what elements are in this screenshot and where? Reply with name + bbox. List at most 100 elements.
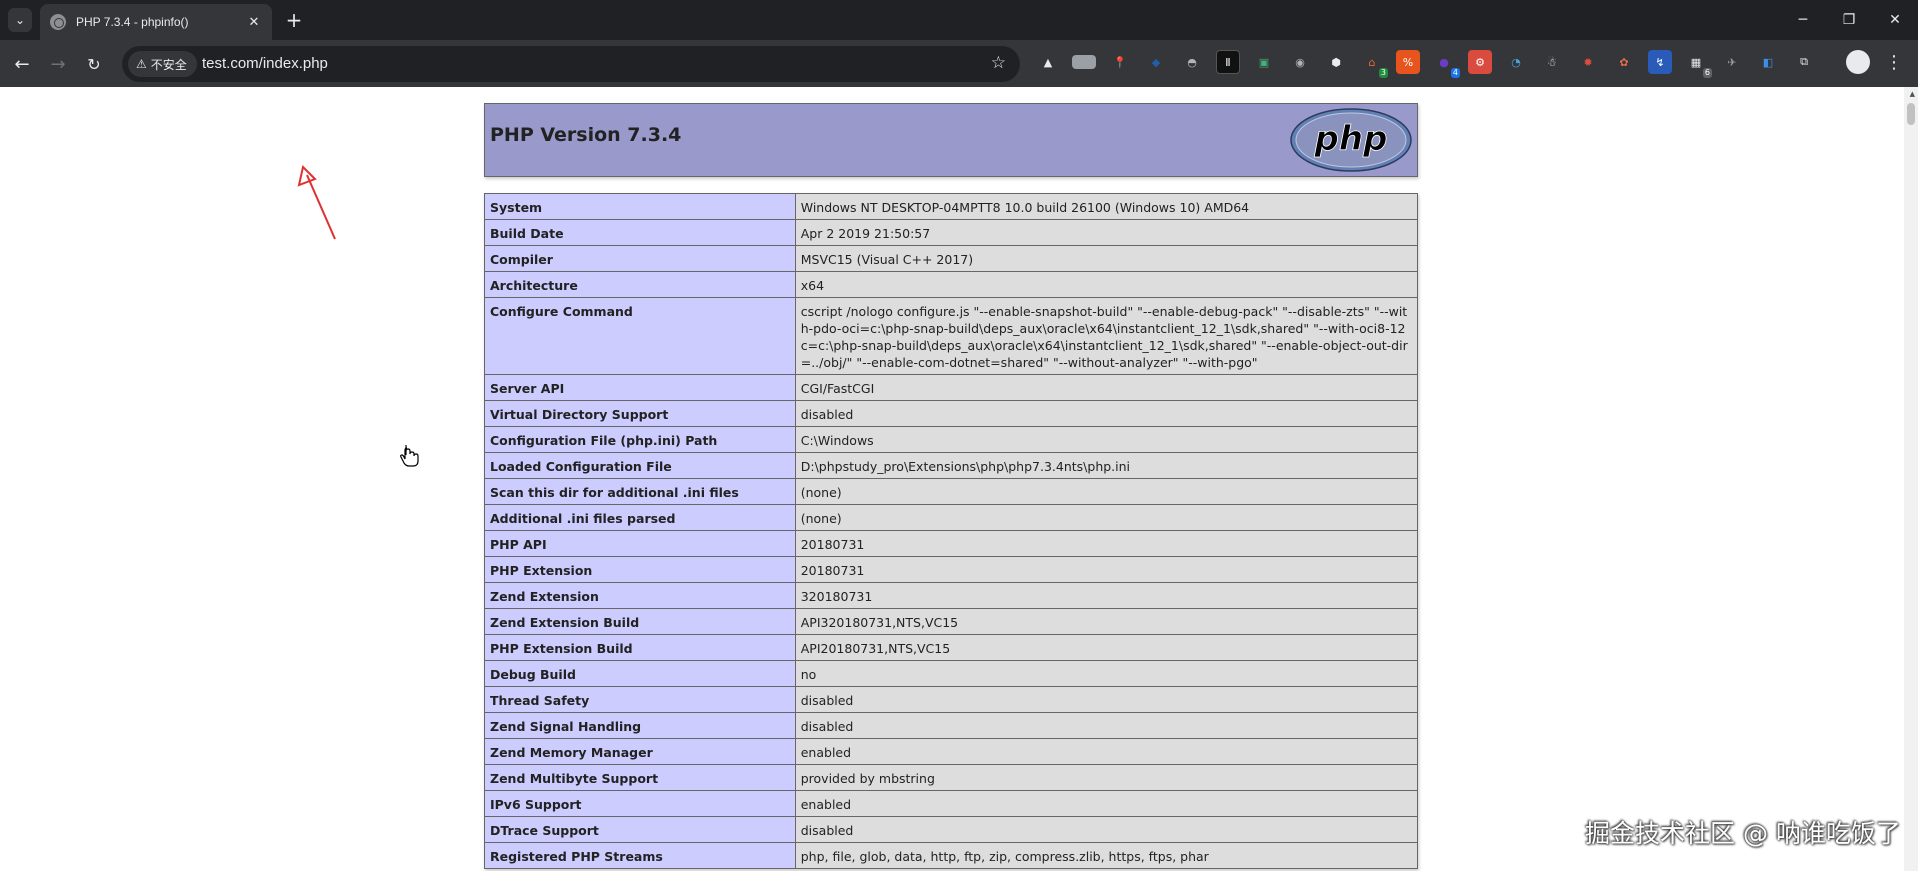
security-chip[interactable]: ⚠ 不安全 [128,51,197,77]
scrollbar-thumb[interactable] [1907,103,1915,125]
table-row: PHP API 20180731 [484,530,1419,557]
row-key: Architecture [484,271,796,298]
table-row: System Windows NT DESKTOP-04MPTT8 10.0 bu… [484,193,1419,220]
extension-4-icon[interactable]: ◆ [1144,50,1168,74]
restore-icon[interactable]: ❐ [1826,0,1872,40]
minimize-icon[interactable]: ─ [1780,0,1826,40]
row-value: disabled [794,686,1419,713]
table-row: DTrace Support disabled [484,816,1419,843]
extension-18-icon[interactable]: ↯ [1648,50,1672,74]
row-value: x64 [794,271,1419,298]
extension-11-icon[interactable]: % [1396,50,1420,74]
extension-3-icon[interactable]: 📍 [1108,50,1132,74]
row-key: Server API [484,374,796,401]
hand-cursor-icon [400,445,419,467]
row-key: Registered PHP Streams [484,842,796,869]
close-window-icon[interactable]: ✕ [1872,0,1918,40]
row-key: Zend Signal Handling [484,712,796,739]
red-arrow-annotation [297,165,336,240]
extension-14-icon[interactable]: ◔ [1504,50,1528,74]
table-row: Zend Memory Manager enabled [484,738,1419,765]
row-value: (none) [794,504,1419,531]
row-key: DTrace Support [484,816,796,843]
table-row: Zend Extension 320180731 [484,582,1419,609]
table-row: Zend Extension Build API320180731,NTS,VC1… [484,608,1419,635]
row-key: Zend Memory Manager [484,738,796,765]
vertical-scrollbar[interactable]: ▲ [1904,87,1918,871]
svg-text:php: php [1314,119,1388,159]
table-row: Virtual Directory Support disabled [484,400,1419,427]
profile-avatar-icon[interactable] [1846,50,1870,74]
row-value: disabled [794,400,1419,427]
row-value: no [794,660,1419,687]
row-key: Virtual Directory Support [484,400,796,427]
table-row: PHP Extension 20180731 [484,556,1419,583]
address-bar[interactable]: ⚠ 不安全 test.com/index.php ☆ [122,46,1020,82]
row-value: C:\Windows [794,426,1419,453]
table-row: Zend Signal Handling disabled [484,712,1419,739]
row-value: API20180731,NTS,VC15 [794,634,1419,661]
extensions-area: ▲ 📍 ◆ ◓ Ⅱ ▣ ◉ ⬢ ⌂ 3 % ● 4 ⚙ ◔ ☃ ✹ ✿ ↯ ▦ 6 ✈… [1036,50,1816,78]
row-key: PHP Extension [484,556,796,583]
row-key: Compiler [484,245,796,272]
extension-17-icon[interactable]: ✿ [1612,50,1636,74]
row-key: PHP API [484,530,796,557]
window-controls: ─ ❐ ✕ [1780,0,1918,40]
extension-19-icon[interactable]: ▦ 6 [1684,50,1712,78]
extension-21-icon[interactable]: ◧ [1756,50,1780,74]
row-value: enabled [794,790,1419,817]
menu-kebab-icon[interactable]: ⋮ [1882,50,1906,74]
table-row: Build Date Apr 2 2019 21:50:57 [484,219,1419,246]
row-value: API320180731,NTS,VC15 [794,608,1419,635]
new-tab-icon[interactable]: + [282,8,306,32]
close-tab-icon[interactable]: ✕ [244,12,264,32]
scroll-up-icon[interactable]: ▲ [1910,90,1915,98]
bookmark-star-icon[interactable]: ☆ [991,53,1006,73]
tab-search-icon[interactable]: ⌄ [8,8,32,32]
extension-7-icon[interactable]: ▣ [1252,50,1276,74]
row-value: (none) [794,478,1419,505]
extension-1-icon[interactable]: ▲ [1036,50,1060,74]
row-key: IPv6 Support [484,790,796,817]
row-value: enabled [794,738,1419,765]
row-key: Thread Safety [484,686,796,713]
table-row: Server API CGI/FastCGI [484,374,1419,401]
table-row: PHP Extension Build API20180731,NTS,VC15 [484,634,1419,661]
extension-13-icon[interactable]: ⚙ [1468,50,1492,74]
extensions-puzzle-icon[interactable]: ⧉ [1792,50,1816,74]
extension-9-icon[interactable]: ⬢ [1324,50,1348,74]
table-row: Additional .ini files parsed (none) [484,504,1419,531]
table-row: Scan this dir for additional .ini files(… [484,478,1419,505]
extension-12-icon[interactable]: ● 4 [1432,50,1460,78]
row-value: 20180731 [794,530,1419,557]
table-row: Compiler MSVC15 (Visual C++ 2017) [484,245,1419,272]
row-key: Debug Build [484,660,796,687]
reload-icon[interactable]: ↻ [80,50,108,78]
extension-5-icon[interactable]: ◓ [1180,50,1204,74]
security-label: 不安全 [150,57,187,72]
row-value: CGI/FastCGI [794,374,1419,401]
extension-15-icon[interactable]: ☃ [1540,50,1564,74]
table-row: Debug Build no [484,660,1419,687]
extension-6-icon[interactable]: Ⅱ [1216,50,1240,74]
row-value: cscript /nologo configure.js "--enable-s… [794,297,1419,375]
row-value: disabled [794,712,1419,739]
row-key: Additional .ini files parsed [484,504,796,531]
php-info-table: System Windows NT DESKTOP-04MPTT8 10.0 bu… [484,193,1419,869]
phpinfo-container: PHP Version 7.3.4 php System Windows NT D… [484,103,1419,869]
extension-2-icon[interactable] [1072,55,1096,69]
table-row: IPv6 Support enabled [484,790,1419,817]
extension-8-icon[interactable]: ◉ [1288,50,1312,74]
url-text[interactable]: test.com/index.php [202,55,328,72]
forward-icon[interactable]: → [44,50,72,78]
tab-active[interactable]: PHP 7.3.4 - phpinfo() ✕ [40,4,272,40]
extension-10-icon[interactable]: ⌂ 3 [1360,50,1388,78]
globe-icon [50,14,66,30]
watermark: 掘金技术社区 @ 呐谁吃饭了 [1585,819,1901,848]
row-key: Loaded Configuration File [484,452,796,479]
back-icon[interactable]: ← [8,50,36,78]
row-key: Scan this dir for additional .ini files [484,478,796,505]
extension-20-icon[interactable]: ✈ [1720,50,1744,74]
row-value: Apr 2 2019 21:50:57 [794,219,1419,246]
extension-16-icon[interactable]: ✹ [1576,50,1600,74]
